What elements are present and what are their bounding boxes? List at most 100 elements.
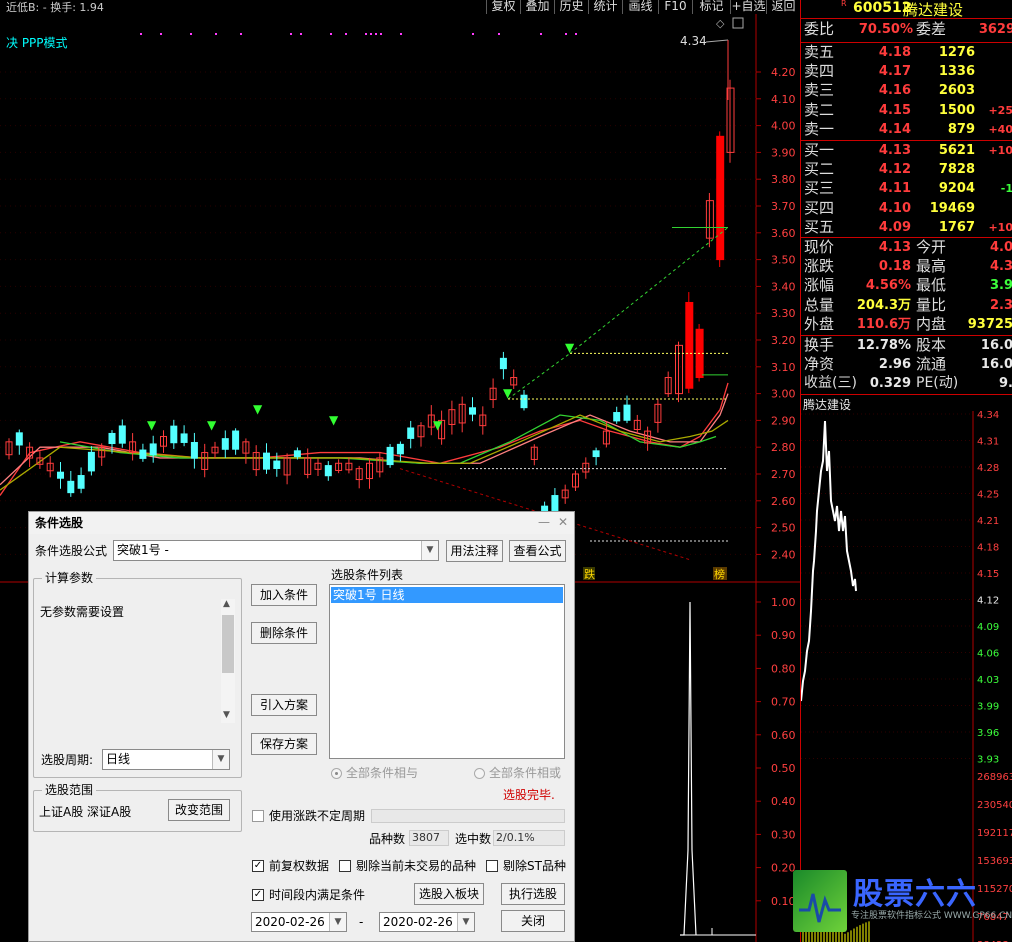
date-to-picker[interactable]: 2020-02-26 ▼	[379, 912, 475, 932]
trading-terminal: 近低B: - 换手: 1.94 复权 叠加 历史 统计 画线 F10 标记 +自选 返回 ▼ ▼ ▼…	[0, 0, 1012, 942]
stat2-value-2: 16.0	[980, 338, 1012, 353]
count-value: 3807	[409, 830, 449, 846]
intraday-mini-chart[interactable]: 4.34 4.31 4.28 4.25 4.21 4.18 4.15 4.12 4.09 4.06…	[801, 411, 1012, 942]
stat-label-2: 量比	[916, 295, 947, 314]
stat2-value: 2.96	[878, 356, 911, 372]
period-condition-checkbox[interactable]: ✓	[252, 889, 264, 901]
toolbar-button-8[interactable]: 返回	[766, 0, 800, 14]
scroll-thumb[interactable]	[222, 615, 234, 673]
mini-volume-tick: 192117	[977, 828, 1012, 839]
select-to-block-button[interactable]: 选股入板块	[414, 883, 484, 905]
minimize-icon[interactable]: —	[538, 515, 550, 529]
toolbar-button-0[interactable]: 复权	[486, 0, 520, 14]
close-button[interactable]: 关闭	[501, 910, 565, 932]
formula-select[interactable]: 突破1号 - ▼	[113, 540, 439, 561]
ask-price: 4.16	[878, 83, 911, 98]
add-condition-button[interactable]: 加入条件	[251, 584, 317, 606]
dialog-title: 条件选股	[35, 516, 84, 530]
stat-label-2: 最低	[916, 276, 947, 294]
fuquan-checkbox[interactable]: ✓	[252, 860, 264, 872]
bid-volume: 19469	[929, 200, 975, 216]
ask-volume: 1336	[938, 63, 975, 79]
radio-and[interactable]	[331, 768, 342, 779]
stat2-row: 换手 12.78% 股本 16.0	[801, 335, 1012, 355]
mini-price-tick: 4.28	[977, 463, 999, 474]
stat-value: 0.18	[878, 258, 911, 274]
exclude-st-checkbox[interactable]	[486, 860, 498, 872]
toolbar-button-2[interactable]: 历史	[554, 0, 588, 14]
ask-volume: 1500	[938, 102, 975, 118]
ask-price: 4.18	[878, 45, 911, 60]
radio-or[interactable]	[474, 768, 485, 779]
toolbar-button-3[interactable]: 统计	[588, 0, 622, 14]
price-tick: 3.30	[771, 307, 796, 320]
date-from-picker[interactable]: 2020-02-26 ▼	[251, 912, 347, 932]
ask-change: +40	[988, 123, 1012, 136]
ask-price: 4.15	[878, 102, 911, 118]
stat-row: 总量 204.3万 量比 2.3	[801, 296, 1012, 316]
condition-list[interactable]: 突破1号 日线	[329, 584, 565, 759]
volume-tick: 0.40	[771, 795, 796, 808]
period-condition-label: 时间段内满足条件	[269, 888, 366, 902]
save-plan-button[interactable]: 保存方案	[251, 733, 317, 755]
volume-tick: 0.20	[771, 862, 796, 875]
stat2-row: 净资 2.96 流通 16.0	[801, 355, 1012, 375]
mini-price-tick: 4.12	[977, 596, 999, 607]
stat2-label-2: PE(动)	[916, 375, 959, 391]
condition-list-item[interactable]: 突破1号 日线	[331, 587, 563, 603]
stat-label: 总量	[804, 295, 835, 314]
scroll-up-icon[interactable]: ▲	[223, 599, 230, 609]
weibi-label: 委比	[804, 20, 835, 38]
diamond-icon[interactable]: ◇	[716, 17, 725, 30]
bid-volume: 7828	[938, 161, 975, 177]
price-tick: 3.50	[771, 254, 796, 267]
toolbar-button-1[interactable]: 叠加	[520, 0, 554, 14]
bid-volume: 9204	[938, 181, 975, 196]
weicha-value: 3629	[978, 22, 1012, 37]
price-tick: 2.90	[771, 414, 796, 427]
mini-price-tick: 4.34	[977, 411, 999, 421]
params-scrollbar[interactable]: ▲ ▼	[221, 599, 235, 723]
watermark: 股票六六 专注股票软件指标公式 WWW.GP66.CN	[793, 866, 1012, 942]
price-tick: 3.40	[771, 280, 796, 293]
buy-signal-icon: ▼	[329, 413, 339, 427]
tag-die: 跌	[584, 567, 595, 581]
weibi-value: 70.50%	[858, 22, 913, 37]
change-range-button[interactable]: 改变范围	[168, 799, 230, 821]
stat2-value: 12.78%	[856, 338, 911, 353]
exclude-untraded-checkbox[interactable]	[339, 860, 351, 872]
usage-note-button[interactable]: 用法注释	[446, 540, 503, 562]
tag-bang: 榜	[714, 567, 725, 581]
volume-tick: 0.10	[771, 895, 796, 908]
stat2-value-2: 16.0	[980, 356, 1012, 372]
mini-price-tick: 4.09	[977, 622, 999, 633]
view-formula-button[interactable]: 查看公式	[509, 540, 566, 562]
date-from-value: 2020-02-26	[255, 915, 325, 929]
weicha-label: 委差	[916, 20, 947, 38]
close-icon[interactable]: ✕	[558, 515, 568, 529]
import-plan-button[interactable]: 引入方案	[251, 694, 317, 716]
stat2-value-2: 9.	[999, 376, 1012, 391]
price-tick: 3.70	[771, 200, 796, 213]
scroll-down-icon[interactable]: ▼	[223, 710, 230, 720]
period-select[interactable]: 日线 ▼	[102, 749, 230, 770]
stat-row: 现价 4.13 今开 4.0	[801, 237, 1012, 257]
price-tick: 3.60	[771, 227, 796, 240]
toolbar-button-6[interactable]: 标记	[692, 0, 730, 14]
toolbar-button-5[interactable]: F10	[658, 0, 692, 14]
delete-condition-button[interactable]: 删除条件	[251, 622, 317, 644]
chart-toolbar: 近低B: - 换手: 1.94 复权 叠加 历史 统计 画线 F10 标记 +自选 返回	[0, 0, 800, 14]
stat-label-2: 今开	[916, 238, 947, 256]
bid-row: 买二 4.12 7828	[801, 160, 1012, 180]
run-selection-button[interactable]: 执行选股	[501, 883, 565, 905]
undetermined-period-checkbox[interactable]	[252, 810, 264, 822]
date-separator: -	[359, 915, 364, 929]
selected-label: 选中数	[455, 832, 492, 846]
toolbar-button-4[interactable]: 画线	[622, 0, 658, 14]
volume-tick: 0.80	[771, 662, 796, 675]
toolbar-button-7[interactable]: +自选	[730, 0, 766, 14]
mini-chart-header: 腾达建设	[801, 394, 1012, 412]
window-toggle-icon[interactable]	[732, 17, 744, 29]
ask-row: 卖一 4.14 879 +40	[801, 120, 1012, 140]
mini-price-tick: 4.25	[977, 490, 999, 501]
